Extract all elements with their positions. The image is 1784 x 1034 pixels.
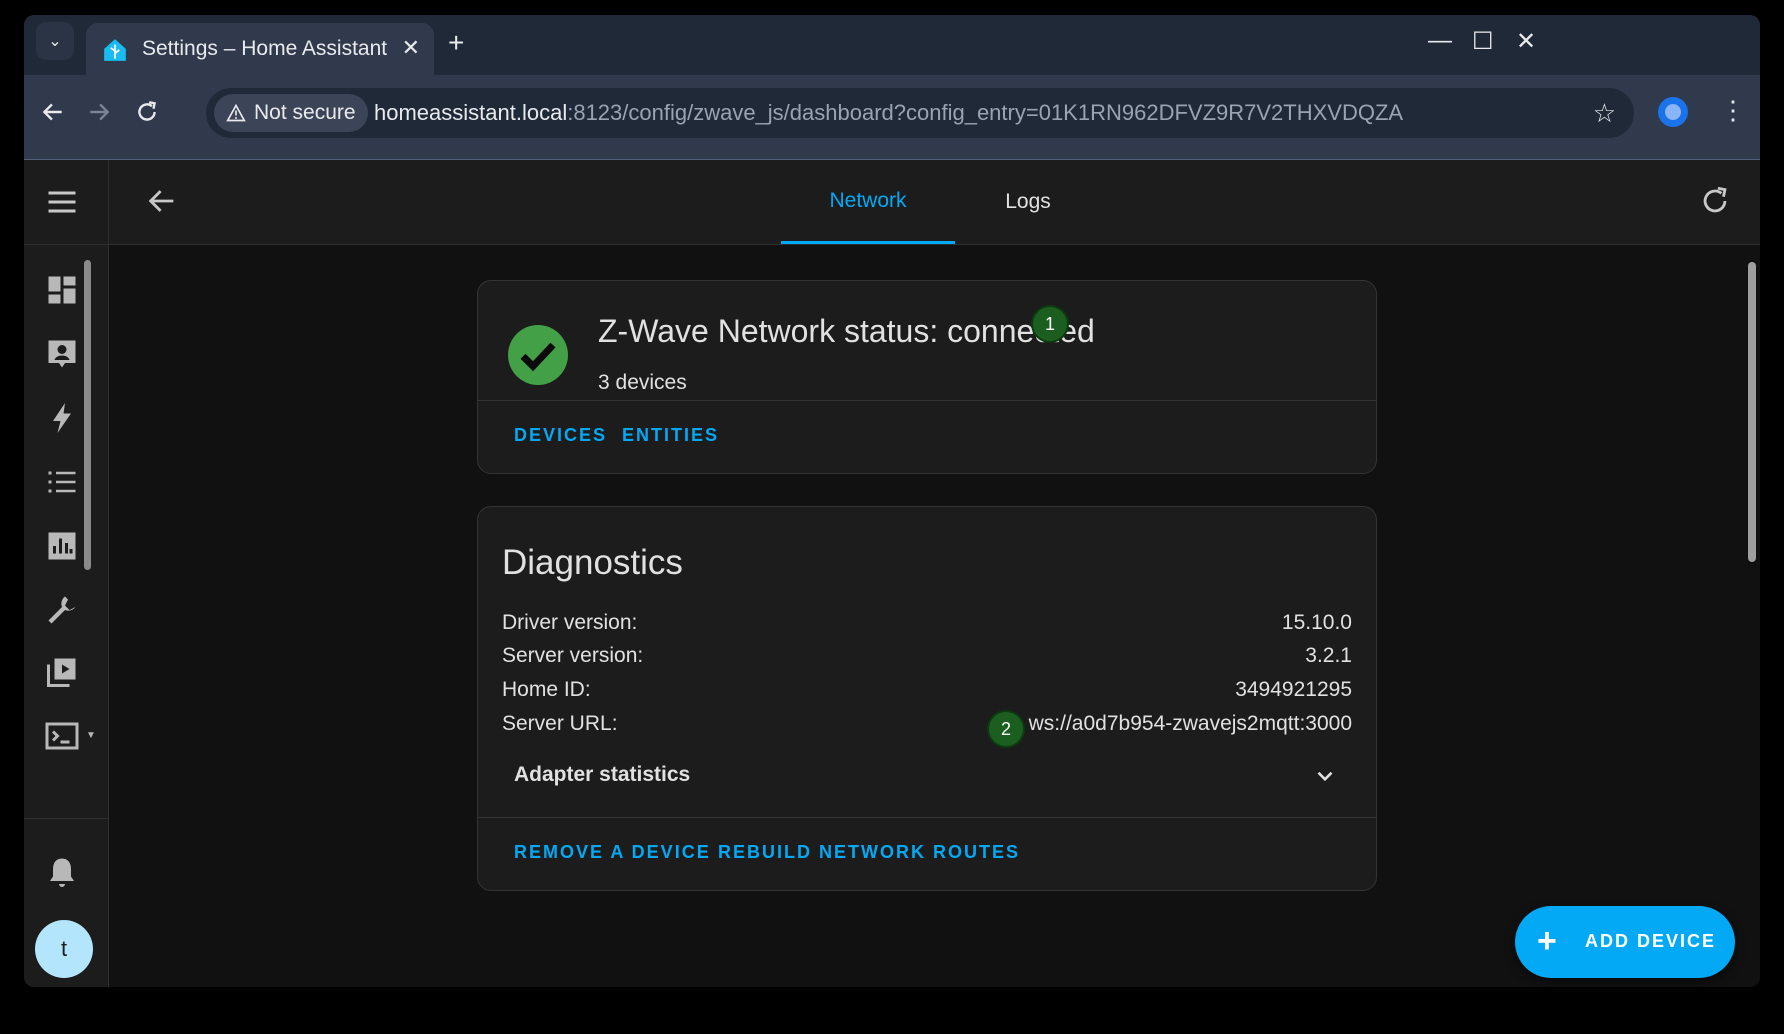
connected-check-icon [508,325,568,385]
network-status-card: Z-Wave Network status: connected 1 3 dev… [477,280,1377,474]
tab-close-icon[interactable]: ✕ [402,35,420,61]
tab-title: Settings – Home Assistant [142,37,388,60]
adapter-statistics-expander[interactable]: Adapter statistics [502,749,1352,803]
server-url-label: Server URL: [502,712,618,735]
sidebar-divider [24,818,108,819]
sidebar: ▼ t [24,160,109,987]
diagnostics-card: Diagnostics Driver version: 15.10.0 Serv… [477,506,1377,891]
address-bar[interactable]: Not secure homeassistant.local:8123/conf… [206,88,1634,138]
home-assistant-favicon [104,39,126,61]
server-url-value: ws://a0d7b954-zwavejs2mqtt:3000 [1028,712,1352,735]
more-vert-icon[interactable]: ⋮ [1720,95,1746,126]
driver-version-label: Driver version: [502,611,638,634]
annotation-badge-2: 2 [989,712,1023,746]
network-status-title: Z-Wave Network status: connected [598,313,1095,349]
close-icon[interactable]: ✕ [1516,27,1536,56]
adapter-statistics-label: Adapter statistics [514,763,691,786]
dashboard-icon[interactable] [44,272,80,308]
minimize-icon[interactable]: — [1428,27,1452,55]
server-version-label: Server version: [502,644,644,667]
browser-window: ⌄ Settings – Home Assistant ✕ + — ☐ ✕ No… [24,15,1760,987]
url-text[interactable]: homeassistant.local:8123/config/zwave_js… [374,100,1403,126]
diagnostics-card-actions: REMOVE A DEVICE REBUILD NETWORK ROUTES [478,817,1376,890]
home-id-row: Home ID: 3494921295 [502,678,1352,706]
media-icon[interactable] [44,654,80,690]
status-card-actions: DEVICES ENTITIES [478,400,1376,473]
extension-icon[interactable] [1658,97,1688,127]
wrench-icon[interactable] [44,592,80,628]
add-device-label: ADD DEVICE [1585,931,1717,951]
sidebar-header [24,160,108,245]
ha-app: ▼ t Network Logs Z-Wave Network status: … [24,160,1760,987]
logbook-list-icon[interactable] [44,464,80,500]
browser-tab[interactable]: Settings – Home Assistant ✕ [86,23,434,75]
map-person-icon[interactable] [44,336,80,372]
new-tab-icon[interactable]: + [448,27,464,59]
tab-network[interactable]: Network [781,160,955,244]
url-host: homeassistant.local [374,100,568,125]
avatar[interactable]: t [35,920,93,978]
star-icon[interactable]: ☆ [1593,98,1616,129]
chevron-down-icon [1317,771,1333,782]
warning-icon [226,103,246,122]
forward-icon[interactable] [86,99,112,125]
server-version-row: Server version: 3.2.1 [502,644,1352,672]
tab-logs[interactable]: Logs [955,160,1101,244]
tab-network-label: Network [829,188,907,212]
driver-version-row: Driver version: 15.10.0 [502,611,1352,639]
security-label: Not secure [254,101,356,124]
reload-icon[interactable] [134,99,160,125]
remove-device-button[interactable]: REMOVE A DEVICE [514,842,711,863]
refresh-icon[interactable] [1698,184,1732,218]
top-app-bar: Network Logs [109,160,1760,245]
menu-icon[interactable] [44,184,80,220]
bell-icon[interactable] [44,854,80,890]
browser-toolbar: Not secure homeassistant.local:8123/conf… [24,75,1760,160]
plus-icon: + [1537,922,1557,960]
sidebar-scrollbar[interactable] [84,260,91,570]
sidebar-more-arrow-icon[interactable]: ▼ [86,730,96,741]
add-device-button[interactable]: + ADD DEVICE [1515,906,1735,978]
server-url-row: Server URL: ws://a0d7b954-zwavejs2mqtt:3… [502,712,1352,740]
content-scrollbar[interactable] [1748,262,1756,562]
url-path: :8123/config/zwave_js/dashboard?config_e… [567,100,1404,125]
back-icon[interactable] [40,99,66,125]
lightning-icon[interactable] [44,400,80,436]
rebuild-routes-button[interactable]: REBUILD NETWORK ROUTES [718,842,1020,863]
devices-button[interactable]: DEVICES [514,425,607,446]
tab-search-icon[interactable]: ⌄ [36,22,74,60]
driver-version-value: 15.10.0 [1281,611,1352,634]
entities-button[interactable]: ENTITIES [622,425,719,446]
server-version-value: 3.2.1 [1305,644,1352,667]
annotation-badge-1: 1 [1033,307,1067,341]
security-chip[interactable]: Not secure [214,94,368,132]
back-arrow-icon[interactable] [145,184,179,218]
home-id-value: 3494921295 [1235,678,1352,701]
maximize-icon[interactable]: ☐ [1472,27,1494,56]
home-id-label: Home ID: [502,678,591,701]
tab-strip: ⌄ Settings – Home Assistant ✕ + — ☐ ✕ [24,15,1760,75]
tab-logs-label: Logs [1005,190,1051,213]
diagnostics-title: Diagnostics [502,543,683,582]
history-chart-icon[interactable] [44,528,80,564]
terminal-icon[interactable] [44,718,80,754]
device-count: 3 devices [598,371,687,394]
